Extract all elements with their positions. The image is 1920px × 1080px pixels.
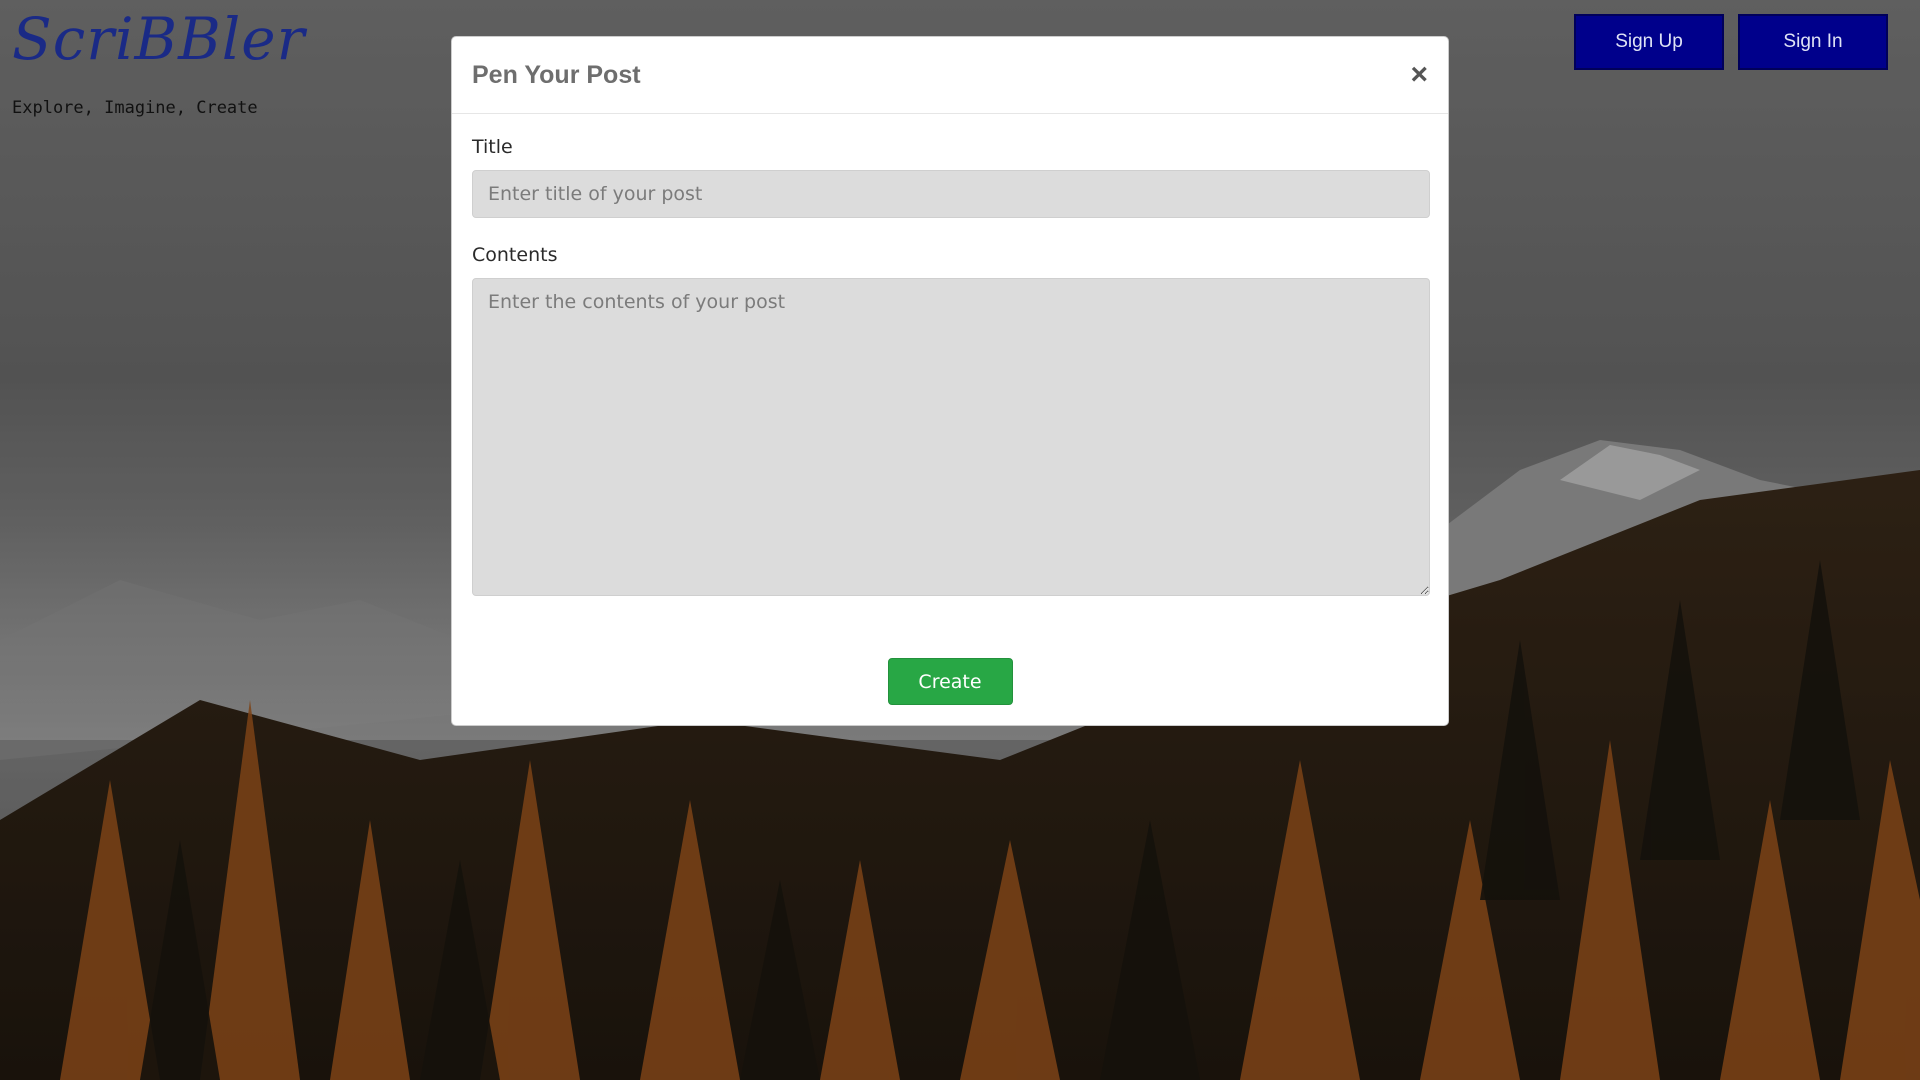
sign-in-button[interactable]: Sign In — [1738, 14, 1888, 70]
post-title-input[interactable] — [472, 170, 1430, 218]
site-tagline: Explore, Imagine, Create — [12, 98, 258, 118]
create-post-modal: Pen Your Post × Title Contents Create — [451, 36, 1449, 726]
site-logo[interactable]: ScriBBler — [12, 10, 305, 68]
title-label: Title — [472, 136, 513, 158]
brand: ScriBBler Explore, Imagine, Create — [12, 10, 305, 118]
close-icon[interactable]: × — [1410, 60, 1428, 90]
sign-up-button[interactable]: Sign Up — [1574, 14, 1724, 70]
modal-header: Pen Your Post × — [452, 37, 1448, 114]
auth-buttons: Sign Up Sign In — [1574, 14, 1888, 70]
modal-footer: Create — [452, 658, 1448, 705]
modal-title: Pen Your Post — [472, 60, 641, 89]
post-contents-textarea[interactable] — [472, 278, 1430, 596]
modal-body: Title Contents — [452, 114, 1448, 600]
contents-label: Contents — [472, 244, 558, 266]
create-button[interactable]: Create — [887, 658, 1013, 705]
